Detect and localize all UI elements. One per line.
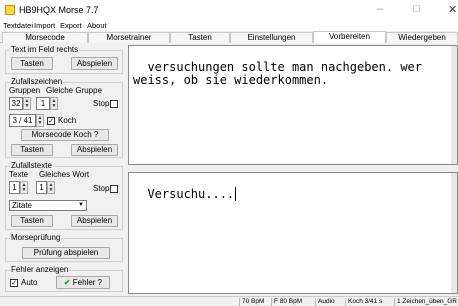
zufallstexte-tasten-button[interactable]: Tasten (11, 215, 53, 227)
lower-scrollbar[interactable] (451, 173, 457, 293)
texte-spinner-arrows[interactable]: ▲ ▼ (20, 181, 28, 194)
app-icon (5, 5, 15, 15)
abspielen-button[interactable]: Abspielen (71, 57, 118, 70)
fehler-button-label: Fehler ? (72, 278, 103, 287)
gleiches-wort-spinner-value[interactable]: 1 (36, 181, 47, 194)
menu-bar: Textdatei Import Export About (0, 20, 458, 31)
fehler-button[interactable]: ✔ Fehler ? (56, 276, 110, 289)
checkmark-icon: ✔ (63, 278, 71, 287)
zufallszeichen-group: Zufallszeichen Gruppen Gleiche Gruppe 32… (5, 77, 123, 158)
gleiches-wort-spinner-arrows[interactable]: ▲ ▼ (47, 181, 55, 194)
window-title: HB9HQX Morse 7.7 (19, 5, 99, 15)
menu-export[interactable]: Export (60, 20, 82, 31)
zufallstexte-group: Zufallstexte Texte Gleiches Wort 1 ▲ ▼ 1 … (5, 161, 123, 230)
texte-spinner-value[interactable]: 1 (9, 181, 20, 194)
zufallstexte-stop-label: Stop (93, 184, 110, 193)
zufallstexte-abspielen-button[interactable]: Abspielen (71, 215, 118, 227)
gleiches-wort-label: Gleiches Wort (39, 170, 90, 179)
upper-text-content: versuchungen sollte man nachgeben. wer w… (133, 60, 422, 87)
chevron-down-icon: ▼ (78, 202, 84, 208)
text-im-feld-group: Text im Feld rechts Tasten Abspielen (5, 45, 123, 74)
lower-text-area[interactable]: Versuchu.... (128, 172, 458, 294)
text-cursor (235, 187, 237, 201)
stop-checkbox[interactable] (110, 100, 118, 108)
menu-textdatei[interactable]: Textdatei (3, 20, 33, 31)
gleiche-gruppe-label: Gleiche Gruppe (46, 86, 103, 95)
auto-label: Auto (21, 278, 38, 287)
koch-spinner-value[interactable]: 3 / 41 (9, 114, 36, 127)
maximize-button[interactable]: □ (413, 3, 420, 15)
tasten-button[interactable]: Tasten (11, 57, 53, 70)
status-bar: 70 BpM F 80 BpM Audio Koch 3/41 s 1 Zeic… (0, 296, 458, 306)
stop-label: Stop (93, 99, 110, 108)
gleiche-gruppe-spinner-arrows[interactable]: ▲ ▼ (50, 97, 58, 110)
koch-checkbox[interactable]: ✓ (47, 117, 55, 125)
morsepruefung-group: Morseprüfung Prüfung abspielen (5, 233, 123, 262)
morsecode-koch-button[interactable]: Morsecode Koch ? (21, 129, 109, 141)
fehler-group: Fehler anzeigen ✓ Auto ✔ Fehler ? (5, 265, 123, 292)
gruppen-spinner-arrows[interactable]: ▲ ▼ (23, 97, 31, 110)
tab-morsetrainer[interactable]: Morsetrainer (88, 32, 170, 43)
tab-bar: Morsecode Morsetrainer Tasten Einstellun… (0, 31, 458, 43)
zitate-select[interactable]: Zitate ▼ (9, 200, 87, 211)
fehler-legend: Fehler anzeigen (10, 265, 70, 274)
lower-text-content: Versuchu.... (147, 187, 235, 201)
close-button[interactable]: ✕ (448, 3, 457, 16)
zufallstexte-legend: Zufallstexte (10, 161, 53, 170)
pruefung-abspielen-button[interactable]: Prüfung abspielen (22, 247, 110, 259)
text-im-feld-legend: Text im Feld rechts (10, 45, 80, 54)
minimize-button[interactable]: – (377, 3, 383, 15)
zitate-select-value: Zitate (12, 201, 33, 210)
morsepruefung-legend: Morseprüfung (10, 233, 62, 242)
zufallstexte-stop-checkbox[interactable] (110, 185, 118, 193)
gruppen-spinner-value[interactable]: 32 (9, 97, 23, 110)
upper-text-area[interactable]: versuchungen sollte man nachgeben. wer w… (128, 45, 458, 165)
gleiche-gruppe-spinner-value[interactable]: 1 (36, 97, 50, 110)
gruppen-label: Gruppen (9, 86, 41, 95)
tab-morsecode[interactable]: Morsecode (2, 32, 88, 43)
koch-spinner-arrows[interactable]: ▲ ▼ (36, 114, 44, 127)
menu-import[interactable]: Import (34, 20, 55, 31)
menu-about[interactable]: About (87, 20, 107, 31)
tab-tasten[interactable]: Tasten (170, 32, 230, 43)
upper-scrollbar[interactable] (451, 46, 457, 164)
texte-label: Texte (9, 170, 29, 179)
title-bar: HB9HQX Morse 7.7 – □ ✕ (0, 0, 458, 20)
koch-label: Koch (58, 116, 77, 125)
tab-vorbereiten[interactable]: Vorbereiten (313, 31, 386, 43)
tab-wiedergeben[interactable]: Wiedergeben (386, 32, 458, 43)
zufallszeichen-legend: Zufallszeichen (10, 77, 64, 86)
auto-checkbox[interactable]: ✓ (10, 279, 18, 287)
zufallszeichen-abspielen-button[interactable]: Abspielen (71, 144, 118, 156)
zufallszeichen-tasten-button[interactable]: Tasten (11, 144, 53, 156)
tab-einstellungen[interactable]: Einstellungen (230, 32, 313, 43)
